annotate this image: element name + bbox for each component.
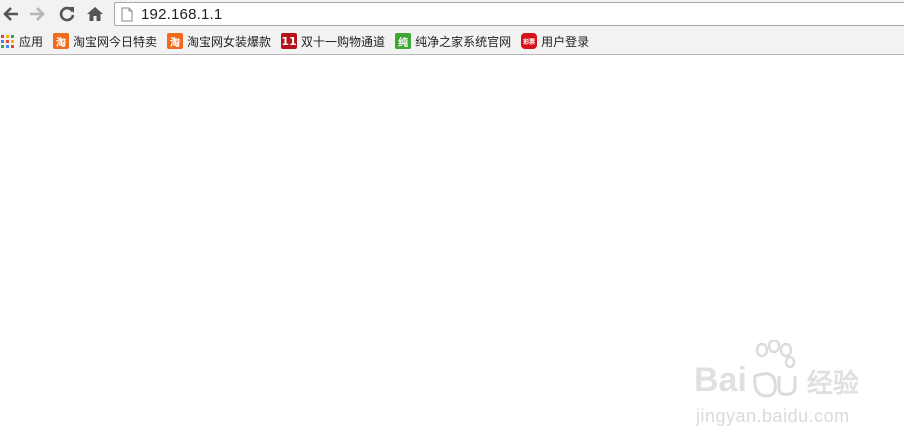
double-eleven-icon: 11 bbox=[281, 33, 298, 49]
forward-button[interactable] bbox=[26, 3, 48, 25]
bookmark-taobao-fashion[interactable]: 淘 淘宝网女装爆款 bbox=[167, 30, 271, 52]
baidu-jingyan-watermark: Bai 经验 jingyan.baidu.com bbox=[694, 340, 884, 430]
back-arrow-icon bbox=[3, 7, 18, 21]
bookmark-label: 淘宝网今日特卖 bbox=[73, 34, 158, 49]
watermark-logo: Bai 经验 bbox=[694, 360, 859, 400]
watermark-logo-left: Bai bbox=[694, 361, 747, 399]
reload-button[interactable] bbox=[56, 3, 78, 25]
user-login-icon: 彩票 bbox=[521, 33, 538, 49]
watermark-url: jingyan.baidu.com bbox=[696, 406, 850, 426]
bookmark-label: 淘宝网女装爆款 bbox=[187, 34, 272, 49]
watermark-logo-right: 经验 bbox=[806, 368, 859, 398]
page-content: Bai 经验 jingyan.baidu.com bbox=[0, 55, 904, 448]
bookmark-label: 双十一购物通道 bbox=[301, 34, 386, 49]
forward-arrow-icon bbox=[30, 7, 45, 21]
bookmark-label: 纯净之家系统官网 bbox=[415, 34, 512, 49]
address-bar-url[interactable]: 192.168.1.1 bbox=[141, 6, 222, 23]
bookmarks-bar: 应用 淘 淘宝网今日特卖 淘 淘宝网女装爆款 11 双十一购物通道 纯 纯净之家… bbox=[0, 28, 904, 55]
bookmark-user-login[interactable]: 彩票 用户登录 bbox=[521, 30, 589, 52]
du-paw-icon bbox=[753, 372, 797, 398]
apps-grid-icon bbox=[1, 34, 14, 48]
chunjing-icon: 纯 bbox=[395, 33, 412, 49]
bookmark-apps[interactable]: 应用 bbox=[0, 30, 43, 52]
bookmark-taobao-sale[interactable]: 淘 淘宝网今日特卖 bbox=[53, 30, 157, 52]
bookmark-chunjing[interactable]: 纯 纯净之家系统官网 bbox=[395, 30, 511, 52]
taobao-icon: 淘 bbox=[53, 33, 70, 49]
page-icon bbox=[121, 6, 135, 22]
home-icon bbox=[87, 7, 103, 21]
bookmark-label: 用户登录 bbox=[541, 34, 590, 49]
bookmark-label: 应用 bbox=[19, 34, 44, 49]
taobao-icon: 淘 bbox=[167, 33, 184, 49]
reload-icon bbox=[59, 6, 75, 22]
home-button[interactable] bbox=[84, 3, 106, 25]
browser-toolbar: 192.168.1.1 bbox=[0, 0, 904, 28]
address-bar[interactable]: 192.168.1.1 bbox=[114, 2, 904, 26]
back-button[interactable] bbox=[0, 3, 22, 25]
bookmark-double-eleven[interactable]: 11 双十一购物通道 bbox=[281, 30, 385, 52]
